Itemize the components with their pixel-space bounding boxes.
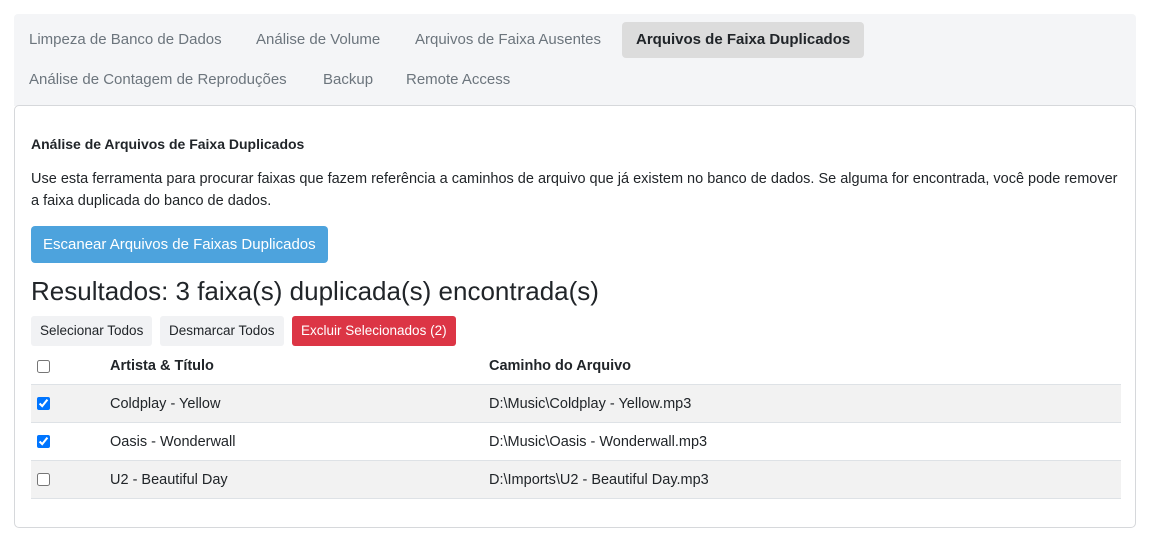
tab-backup[interactable]: Backup xyxy=(309,62,387,98)
table-row: Coldplay - Yellow D:\Music\Coldplay - Ye… xyxy=(31,385,1121,423)
row-checkbox[interactable] xyxy=(37,397,50,410)
tab-duplicate-track-files[interactable]: Arquivos de Faixa Duplicados xyxy=(622,22,865,58)
track-path: D:\Music\Oasis - Wonderwall.mp3 xyxy=(489,433,708,450)
track-title: Coldplay - Yellow xyxy=(110,395,221,412)
delete-selected-button[interactable]: Excluir Selecionados (2) xyxy=(292,316,456,346)
duplicates-table: Artista & Título Caminho do Arquivo Cold… xyxy=(31,348,1121,499)
tab-missing-track-files[interactable]: Arquivos de Faixa Ausentes xyxy=(401,22,615,58)
duplicate-files-panel: Análise de Arquivos de Faixa Duplicados … xyxy=(14,105,1136,528)
track-title: Oasis - Wonderwall xyxy=(110,433,236,450)
tab-volume-analysis[interactable]: Análise de Volume xyxy=(242,22,394,58)
select-all-checkbox[interactable] xyxy=(37,359,50,373)
track-path: D:\Music\Coldplay - Yellow.mp3 xyxy=(489,395,692,412)
table-row: U2 - Beautiful Day D:\Imports\U2 - Beaut… xyxy=(31,461,1121,499)
scan-duplicates-button[interactable]: Escanear Arquivos de Faixas Duplicados xyxy=(31,226,328,263)
track-path: D:\Imports\U2 - Beautiful Day.mp3 xyxy=(489,471,709,488)
track-title: U2 - Beautiful Day xyxy=(110,471,228,488)
select-all-button[interactable]: Selecionar Todos xyxy=(31,316,153,346)
section-title: Análise de Arquivos de Faixa Duplicados xyxy=(31,136,305,152)
section-description: Use esta ferramenta para procurar faixas… xyxy=(31,171,1118,209)
tab-play-count-analysis[interactable]: Análise de Contagem de Reproduções xyxy=(15,62,301,98)
column-header-artist-title: Artista & Título xyxy=(110,358,214,374)
table-row: Oasis - Wonderwall D:\Music\Oasis - Wond… xyxy=(31,423,1121,461)
tab-database-cleanup[interactable]: Limpeza de Banco de Dados xyxy=(15,22,236,58)
tab-bar: Limpeza de Banco de Dados Análise de Vol… xyxy=(14,14,1136,106)
column-header-file-path: Caminho do Arquivo xyxy=(489,358,632,374)
table-header-row: Artista & Título Caminho do Arquivo xyxy=(31,348,1121,385)
results-title: Resultados: 3 faixa(s) duplicada(s) enco… xyxy=(31,276,599,306)
tab-remote-access[interactable]: Remote Access xyxy=(392,62,524,98)
row-checkbox[interactable] xyxy=(37,473,50,486)
deselect-all-button[interactable]: Desmarcar Todos xyxy=(160,316,284,346)
row-checkbox[interactable] xyxy=(37,435,50,448)
